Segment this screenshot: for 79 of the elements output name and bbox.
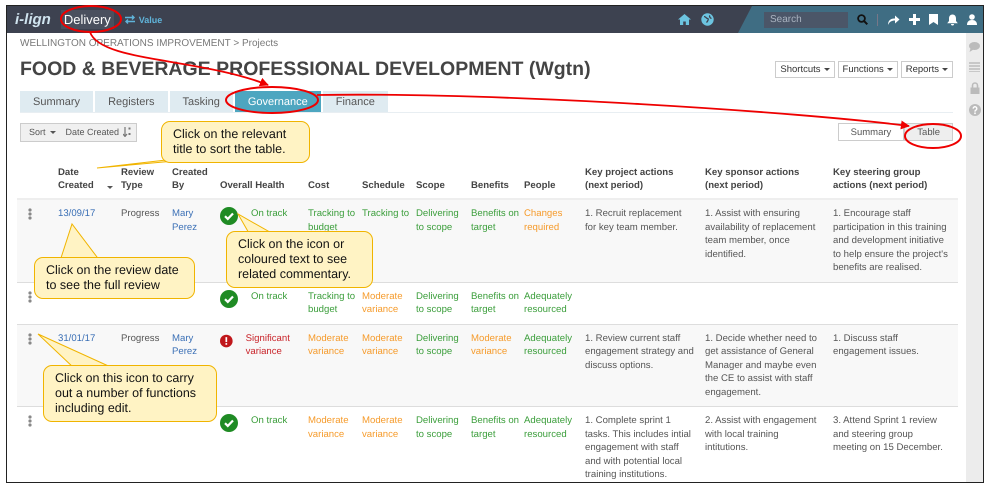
column-header[interactable]: Overall Health	[220, 179, 305, 192]
column-header[interactable]: Key steering group actions (next period)	[833, 166, 936, 192]
column-header[interactable]: Created By	[172, 166, 217, 192]
bell-icon[interactable]	[947, 14, 958, 26]
caret-icon	[942, 68, 948, 71]
caret-icon	[886, 68, 893, 71]
action-text: 1. Discuss staff engagement issues.	[833, 332, 920, 358]
row-menu-icon[interactable]	[28, 290, 32, 302]
review-date-link[interactable]: 13/09/17	[58, 208, 96, 219]
action-text: 1. Review current staff engagement strategy and discuss options.	[585, 332, 695, 372]
column-header[interactable]: Key project actions (next period)	[585, 166, 683, 192]
action-text: 1. Encourage staff participation in this training and development initiative to help ensure the project's benefits are realised.	[833, 207, 948, 274]
status-link[interactable]: On track	[251, 414, 288, 428]
plus-icon[interactable]	[909, 14, 920, 25]
highlight-ellipse	[60, 5, 122, 33]
status-link[interactable]: Benefits on target	[471, 414, 520, 441]
status-link[interactable]: Adequately resourced	[524, 414, 581, 441]
column-header[interactable]: Cost	[308, 179, 359, 192]
table-cell: Progress	[121, 332, 160, 344]
status-link[interactable]: Benefits on target	[471, 290, 520, 316]
check-icon[interactable]	[220, 290, 238, 308]
column-header[interactable]: Date Created	[58, 166, 103, 192]
check-icon[interactable]	[220, 207, 238, 225]
globe-icon[interactable]	[701, 13, 714, 26]
sort-icon	[123, 127, 132, 137]
sort-label: Sort	[29, 127, 46, 137]
column-header[interactable]: Benefits	[471, 179, 521, 192]
dropdown-button[interactable]: Functions	[838, 61, 898, 78]
tab[interactable]: Finance	[322, 91, 388, 112]
search-icon[interactable]	[857, 14, 868, 25]
module-button[interactable]: Delivery	[60, 10, 114, 29]
tab[interactable]: Summary	[20, 91, 94, 112]
page-title: FOOD & BEVERAGE PROFESSIONAL DEVELOPMENT (Wgtn)	[20, 58, 592, 81]
status-link[interactable]: Tracking to budget	[308, 207, 358, 234]
status-link[interactable]: On track	[251, 207, 288, 220]
view-toggle[interactable]: Summary	[838, 123, 904, 141]
value-link[interactable]: Value	[138, 14, 162, 24]
tab[interactable]: Governance	[234, 91, 321, 112]
bookmark-icon[interactable]	[929, 14, 938, 25]
dropdown-button[interactable]: Reports	[900, 61, 953, 78]
column-header[interactable]: Scope	[416, 179, 468, 192]
user-icon[interactable]	[967, 14, 977, 25]
row-menu-icon[interactable]	[28, 415, 32, 427]
column-header[interactable]: People	[524, 179, 582, 192]
sort-button[interactable]: Sort Date Created	[20, 122, 138, 142]
column-header[interactable]: Review Type	[121, 166, 169, 192]
search-field[interactable]: Search	[764, 12, 848, 28]
sort-caret-icon	[107, 186, 113, 189]
swap-icon[interactable]	[124, 15, 136, 24]
check-icon[interactable]	[220, 414, 238, 432]
action-text: 1. Decide whether need to get assistance of General Manager and maybe even the CE to assist with staff engagement.	[705, 332, 818, 399]
sort-field: Date Created	[66, 127, 120, 137]
action-text: 3. Attend Sprint 1 review and steering group meeting on 15 December.	[833, 414, 944, 454]
status-link[interactable]: Tracking to	[362, 207, 412, 220]
caret-icon	[824, 68, 830, 71]
table-cell: Progress	[121, 208, 160, 219]
status-link[interactable]: Adequately resourced	[524, 290, 581, 316]
share-icon[interactable]	[887, 14, 900, 25]
caret-icon	[50, 130, 56, 134]
highlight-ellipse	[904, 123, 962, 149]
review-date-link[interactable]: 31/01/17	[58, 332, 96, 344]
row-menu-icon[interactable]	[28, 332, 32, 344]
action-text: 1. Recruit replacement for key team member.	[585, 207, 683, 234]
row-menu-icon[interactable]	[28, 208, 32, 220]
status-link[interactable]: Delivering to scope	[416, 414, 467, 441]
column-header[interactable]: Schedule	[362, 179, 413, 192]
alert-icon[interactable]	[220, 332, 233, 350]
logo: i-lign	[15, 11, 51, 28]
home-icon[interactable]	[678, 14, 691, 25]
column-header[interactable]: Key sponsor actions (next period)	[705, 166, 811, 192]
tab[interactable]: Registers	[95, 91, 168, 112]
tab[interactable]: Tasking	[170, 91, 233, 112]
status-link[interactable]: On track	[251, 290, 288, 303]
status-link[interactable]: Tracking to budget	[308, 290, 358, 316]
action-text: 1. Assist with ensuring availability of replacement team member, once identified.	[705, 207, 816, 261]
action-text: 1. Complete sprint 1 tasks. This includes intial engagement with staff and with potential local training institutions.	[585, 414, 692, 482]
status-link[interactable]: Delivering to scope	[416, 290, 467, 316]
action-text: 2. Assist with engagement with local training intitutions.	[705, 414, 818, 454]
dropdown-button[interactable]: Shortcuts	[775, 61, 835, 78]
